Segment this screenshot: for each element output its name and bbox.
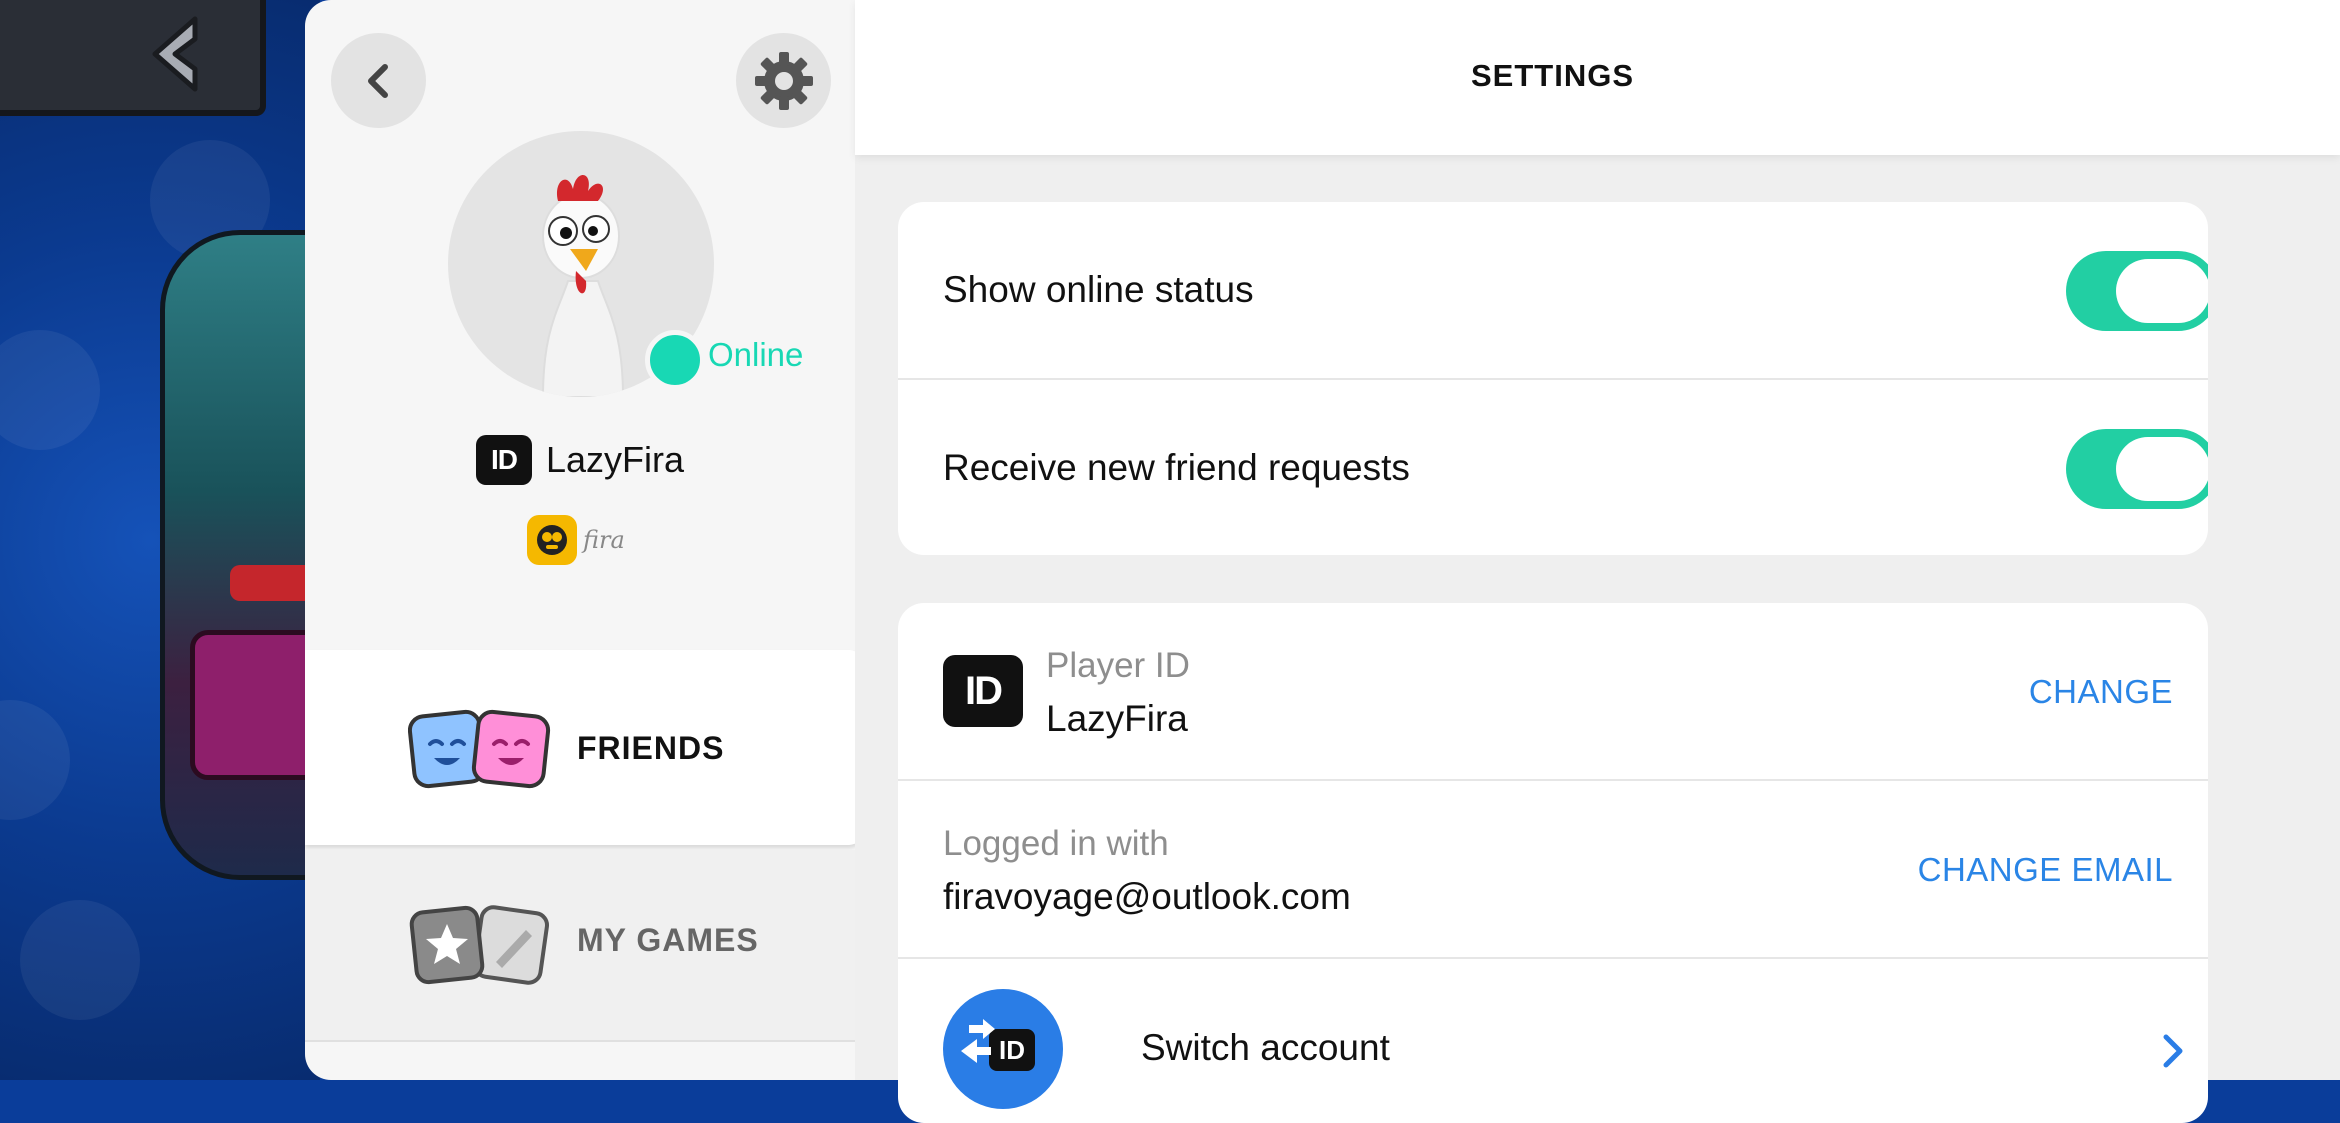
back-button[interactable] [331, 33, 426, 128]
privacy-settings-card: Show online status Receive new friend re… [898, 202, 2208, 555]
chevron-right-icon [2163, 1034, 2183, 1068]
brawler-character [160, 230, 320, 880]
skull-pattern-icon [20, 900, 140, 1020]
id-icon: ID [475, 435, 532, 485]
player-id-row: ID Player ID LazyFira CHANGE [898, 603, 2208, 781]
settings-button[interactable] [736, 33, 831, 128]
switch-account-icon: ID [943, 989, 1063, 1109]
online-status-text: Online [708, 336, 804, 373]
friends-icon [408, 709, 551, 789]
game-background [0, 0, 320, 1080]
nav-my-games[interactable]: MY GAMES [305, 850, 855, 1042]
profile-panel: Online ID LazyFira fira FRIENDS MY GAMES [305, 0, 855, 1080]
player-id-label: Player ID [1046, 646, 1190, 685]
login-label: Logged in with [943, 824, 1169, 863]
profile-name-row: ID LazyFira [305, 435, 855, 485]
settings-header: SETTINGS [855, 0, 2340, 155]
id-icon: ID [943, 655, 1023, 727]
chevron-left-icon [367, 63, 388, 98]
setting-label: Show online status [943, 269, 1254, 310]
toggle-knob [2116, 437, 2208, 501]
change-player-id-button[interactable]: CHANGE [2029, 673, 2173, 711]
setting-row-friend-requests: Receive new friend requests [898, 380, 2208, 555]
change-email-button[interactable]: CHANGE EMAIL [1918, 851, 2173, 889]
friend-requests-toggle[interactable] [2066, 429, 2208, 509]
gear-icon [754, 51, 813, 110]
setting-row-online-status: Show online status [898, 202, 2208, 380]
profile-name: LazyFira [545, 439, 685, 480]
brawler-box [190, 630, 320, 780]
switch-account-row[interactable]: ID Switch account [898, 959, 2208, 1123]
settings-panel: SETTINGS Show online status Receive new … [855, 0, 2340, 1123]
club-signature: fira [583, 526, 625, 554]
games-icon [409, 905, 549, 985]
login-row: Logged in with firavoyage@outlook.com CH… [898, 781, 2208, 959]
page-title: SETTINGS [1470, 58, 1634, 93]
online-status-dot [645, 330, 705, 390]
svg-text:ID: ID [999, 1035, 1025, 1065]
toggle-knob [2116, 259, 2208, 323]
game-back-arrow-icon[interactable] [140, 14, 210, 99]
nav-friends-label: FRIENDS [577, 730, 725, 766]
nav-my-games-label: MY GAMES [577, 922, 759, 958]
skull-pattern-icon [0, 700, 70, 820]
game-top-bar [0, 0, 266, 116]
skull-pattern-icon [0, 330, 100, 450]
account-settings-card: ID Player ID LazyFira CHANGE Logged in w… [898, 603, 2208, 1123]
player-id-value: LazyFira [1046, 698, 1188, 739]
login-email: firavoyage@outlook.com [943, 876, 1351, 917]
club-row: fira [527, 515, 625, 565]
nav-friends[interactable]: FRIENDS [305, 650, 855, 845]
online-status-toggle[interactable] [2066, 251, 2208, 331]
switch-account-label: Switch account [1141, 1027, 1390, 1068]
club-icon [527, 515, 577, 565]
setting-label: Receive new friend requests [943, 447, 1410, 488]
